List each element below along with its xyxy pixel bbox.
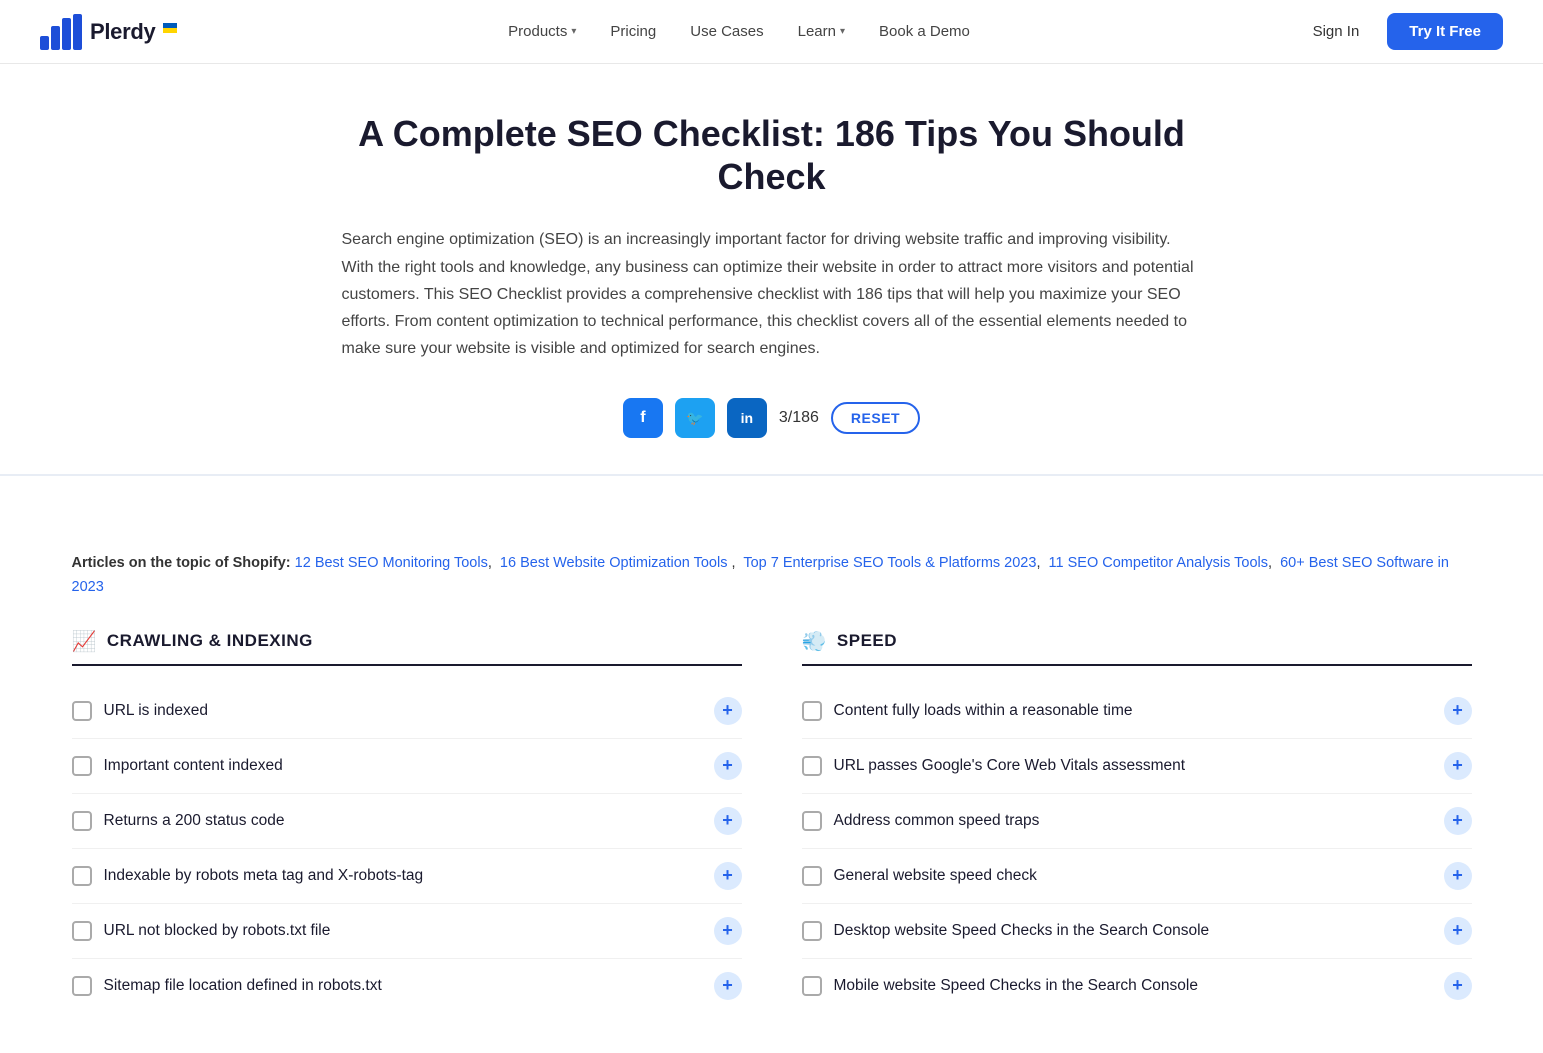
list-item: Important content indexed +: [72, 739, 742, 794]
nav-products[interactable]: Products ▾: [494, 15, 590, 48]
item-expand-2[interactable]: +: [714, 752, 742, 780]
article-link-2[interactable]: 16 Best Website Optimization Tools: [500, 555, 728, 571]
articles-row: Articles on the topic of Shopify: 12 Bes…: [72, 524, 1472, 618]
item-expand-s5[interactable]: +: [1444, 917, 1472, 945]
item-text-6: Sitemap file location defined in robots.…: [104, 975, 702, 997]
item-checkbox-s2[interactable]: [802, 756, 822, 776]
main-content: A Complete SEO Checklist: 186 Tips You S…: [322, 64, 1222, 438]
item-text-1: URL is indexed: [104, 700, 702, 722]
item-text-s5: Desktop website Speed Checks in the Sear…: [834, 920, 1432, 942]
list-item: Indexable by robots meta tag and X-robot…: [72, 849, 742, 904]
speed-section-header: 💨 SPEED: [802, 629, 1472, 666]
item-checkbox-3[interactable]: [72, 811, 92, 831]
checklist-counter: 3/186: [779, 409, 819, 427]
header: Plerdy Products ▾ Pricing Use Cases Lear…: [0, 0, 1543, 64]
item-expand-s6[interactable]: +: [1444, 972, 1472, 1000]
facebook-share-button[interactable]: f: [623, 398, 663, 438]
item-checkbox-s4[interactable]: [802, 866, 822, 886]
list-item: Returns a 200 status code +: [72, 794, 742, 849]
ukraine-flag: [163, 23, 177, 33]
reset-button[interactable]: RESET: [831, 402, 920, 434]
chevron-down-icon: ▾: [571, 26, 576, 37]
item-checkbox-s6[interactable]: [802, 976, 822, 996]
chevron-down-icon: ▾: [840, 26, 845, 37]
item-expand-3[interactable]: +: [714, 807, 742, 835]
item-text-s2: URL passes Google's Core Web Vitals asse…: [834, 755, 1432, 777]
item-expand-1[interactable]: +: [714, 697, 742, 725]
twitter-icon: 🐦: [686, 410, 703, 427]
item-text-2: Important content indexed: [104, 755, 702, 777]
item-text-s4: General website speed check: [834, 865, 1432, 887]
checklist-wrapper: 📈 CRAWLING & INDEXING URL is indexed + I…: [32, 619, 1512, 1053]
item-text-4: Indexable by robots meta tag and X-robot…: [104, 865, 702, 887]
page-title: A Complete SEO Checklist: 186 Tips You S…: [342, 112, 1202, 198]
list-item: Desktop website Speed Checks in the Sear…: [802, 904, 1472, 959]
crawling-emoji: 📈: [72, 629, 97, 654]
articles-section: Articles on the topic of Shopify: 12 Bes…: [32, 476, 1512, 618]
nav-book-demo[interactable]: Book a Demo: [865, 15, 984, 48]
nav-pricing[interactable]: Pricing: [596, 15, 670, 48]
item-checkbox-s3[interactable]: [802, 811, 822, 831]
speed-emoji: 💨: [802, 629, 827, 654]
crawling-section: 📈 CRAWLING & INDEXING URL is indexed + I…: [72, 619, 742, 1013]
item-checkbox-4[interactable]: [72, 866, 92, 886]
page-description: Search engine optimization (SEO) is an i…: [342, 226, 1202, 362]
logo-icon: [40, 14, 82, 50]
item-text-5: URL not blocked by robots.txt file: [104, 920, 702, 942]
speed-section-title: SPEED: [837, 631, 897, 651]
item-text-s6: Mobile website Speed Checks in the Searc…: [834, 975, 1432, 997]
main-nav: Products ▾ Pricing Use Cases Learn ▾ Boo…: [494, 15, 984, 48]
item-checkbox-s1[interactable]: [802, 701, 822, 721]
logo[interactable]: Plerdy: [40, 14, 177, 50]
try-free-button[interactable]: Try It Free: [1387, 13, 1503, 50]
list-item: General website speed check +: [802, 849, 1472, 904]
twitter-share-button[interactable]: 🐦: [675, 398, 715, 438]
list-item: Sitemap file location defined in robots.…: [72, 959, 742, 1013]
speed-section: 💨 SPEED Content fully loads within a rea…: [802, 619, 1472, 1013]
item-expand-6[interactable]: +: [714, 972, 742, 1000]
nav-use-cases[interactable]: Use Cases: [676, 15, 777, 48]
list-item: Mobile website Speed Checks in the Searc…: [802, 959, 1472, 1013]
item-text-s3: Address common speed traps: [834, 810, 1432, 832]
list-item: URL passes Google's Core Web Vitals asse…: [802, 739, 1472, 794]
item-expand-s3[interactable]: +: [1444, 807, 1472, 835]
item-checkbox-5[interactable]: [72, 921, 92, 941]
header-actions: Sign In Try It Free: [1301, 13, 1503, 50]
item-checkbox-2[interactable]: [72, 756, 92, 776]
item-expand-s1[interactable]: +: [1444, 697, 1472, 725]
facebook-icon: f: [640, 409, 645, 427]
article-link-4[interactable]: 11 SEO Competitor Analysis Tools: [1049, 555, 1268, 571]
item-checkbox-6[interactable]: [72, 976, 92, 996]
crawling-section-header: 📈 CRAWLING & INDEXING: [72, 629, 742, 666]
logo-text: Plerdy: [90, 19, 155, 45]
nav-learn[interactable]: Learn ▾: [784, 15, 859, 48]
item-expand-4[interactable]: +: [714, 862, 742, 890]
item-expand-s4[interactable]: +: [1444, 862, 1472, 890]
linkedin-share-button[interactable]: in: [727, 398, 767, 438]
item-checkbox-s5[interactable]: [802, 921, 822, 941]
article-link-1[interactable]: 12 Best SEO Monitoring Tools: [295, 555, 488, 571]
linkedin-icon: in: [741, 410, 753, 426]
item-text-3: Returns a 200 status code: [104, 810, 702, 832]
crawling-section-title: CRAWLING & INDEXING: [107, 631, 313, 651]
social-counter-row: f 🐦 in 3/186 RESET: [342, 398, 1202, 438]
item-text-s1: Content fully loads within a reasonable …: [834, 700, 1432, 722]
list-item: Content fully loads within a reasonable …: [802, 684, 1472, 739]
articles-label: Articles on the topic of Shopify:: [72, 555, 295, 571]
sign-in-button[interactable]: Sign In: [1301, 15, 1372, 48]
list-item: URL is indexed +: [72, 684, 742, 739]
item-checkbox-1[interactable]: [72, 701, 92, 721]
item-expand-s2[interactable]: +: [1444, 752, 1472, 780]
list-item: URL not blocked by robots.txt file +: [72, 904, 742, 959]
article-link-3[interactable]: Top 7 Enterprise SEO Tools & Platforms 2…: [743, 555, 1036, 571]
list-item: Address common speed traps +: [802, 794, 1472, 849]
item-expand-5[interactable]: +: [714, 917, 742, 945]
